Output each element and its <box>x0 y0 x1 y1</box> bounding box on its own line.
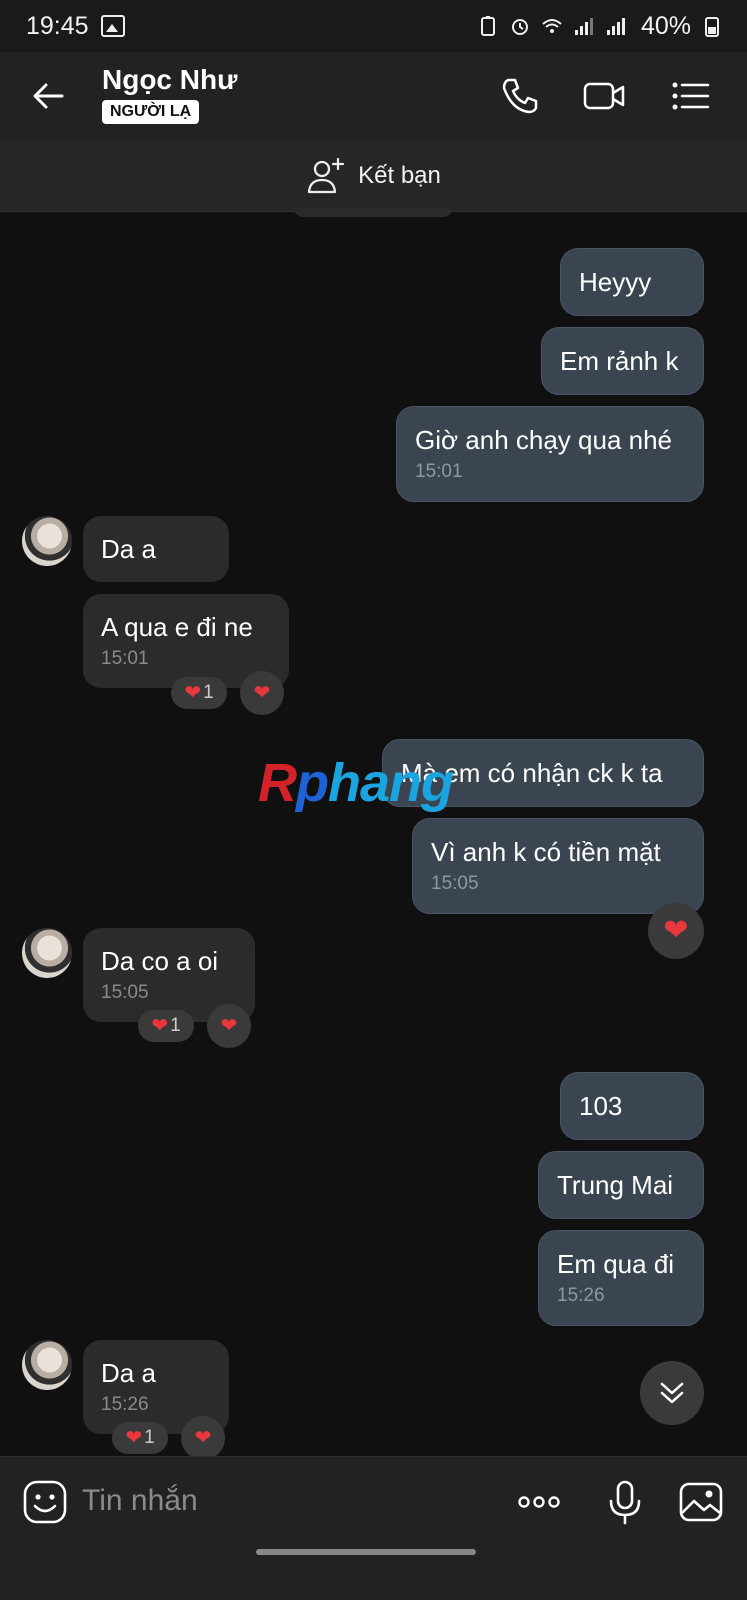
menu-list-icon[interactable] <box>668 74 712 118</box>
home-indicator <box>256 1549 476 1555</box>
message-time: 15:05 <box>431 873 479 894</box>
message-input[interactable] <box>82 1475 482 1527</box>
status-icons: 40% <box>477 0 723 52</box>
video-call-icon[interactable] <box>582 74 626 118</box>
message-time: 15:01 <box>101 648 149 669</box>
message-bubble-outgoing[interactable]: Heyyy <box>560 248 704 316</box>
microphone-icon[interactable] <box>602 1479 648 1525</box>
message-bubble-outgoing[interactable]: Em qua đi 15:26 <box>538 1230 704 1326</box>
message-text: Em qua đi <box>557 1249 675 1279</box>
react-button[interactable]: ❤ <box>207 1004 251 1048</box>
scroll-to-bottom-button[interactable] <box>640 1361 704 1425</box>
watermark-logo: Rphang <box>258 753 454 813</box>
message-text: Da a <box>101 534 156 564</box>
stranger-badge: NGƯỜI LẠ <box>102 100 200 124</box>
battery-percent: 40% <box>640 11 691 40</box>
message-composer <box>0 1456 747 1600</box>
back-arrow-icon[interactable] <box>28 74 72 118</box>
status-bar: 19:45 40% <box>0 0 747 52</box>
heart-icon: ❤ <box>663 914 689 947</box>
message-time: 15:01 <box>415 461 463 482</box>
message-bubble-outgoing[interactable]: 103 <box>560 1072 704 1140</box>
phone-icon[interactable] <box>498 74 542 118</box>
reaction-count[interactable]: ❤ 1 <box>171 677 227 709</box>
message-time: 15:26 <box>557 1285 605 1306</box>
more-dots-icon[interactable] <box>516 1479 562 1525</box>
avatar[interactable] <box>22 1340 72 1390</box>
add-friend-label: Kết bạn <box>358 161 441 189</box>
reaction-count[interactable]: ❤ 1 <box>112 1422 168 1454</box>
react-button[interactable]: ❤ <box>240 671 284 715</box>
heart-icon: ❤ <box>151 1015 169 1037</box>
message-bubble-outgoing[interactable]: Em rảnh k <box>541 327 704 395</box>
avatar[interactable] <box>22 928 72 978</box>
message-text: Da co a oi <box>101 946 219 976</box>
sent-reaction[interactable]: ❤ <box>648 903 704 959</box>
message-text: Em rảnh k <box>560 346 679 376</box>
react-button[interactable]: ❤ <box>181 1416 225 1460</box>
add-user-icon <box>307 157 345 193</box>
alarm-icon <box>511 19 528 35</box>
chevron-double-down-icon <box>660 1382 684 1404</box>
reaction-count[interactable]: ❤ 1 <box>138 1010 194 1042</box>
message-time: 15:26 <box>101 1394 149 1415</box>
battery-icon <box>705 17 719 37</box>
message-text: 103 <box>579 1091 623 1121</box>
add-friend-bar[interactable]: Kết bạn <box>0 140 747 212</box>
heart-icon: ❤ <box>220 1015 238 1037</box>
date-pill <box>293 207 453 217</box>
heart-icon: ❤ <box>253 682 271 704</box>
message-text: Vì anh k có tiền mặt <box>431 837 661 867</box>
message-text: Giờ anh chạy qua nhé <box>415 425 673 455</box>
message-bubble-outgoing[interactable]: Giờ anh chạy qua nhé 15:01 <box>396 406 704 502</box>
message-text: Da a <box>101 1358 156 1388</box>
avatar[interactable] <box>22 516 72 566</box>
signal-icon <box>574 18 593 35</box>
message-bubble-outgoing[interactable]: Trung Mai <box>538 1151 704 1219</box>
message-time: 15:05 <box>101 982 149 1003</box>
heart-icon: ❤ <box>194 1427 212 1449</box>
gallery-notification-icon <box>100 15 125 37</box>
image-icon[interactable] <box>678 1479 724 1525</box>
message-bubble-outgoing[interactable]: Vì anh k có tiền mặt 15:05 <box>412 818 704 914</box>
wifi-icon <box>542 19 562 33</box>
message-text: Trung Mai <box>557 1170 674 1200</box>
message-bubble-incoming[interactable]: Da a <box>83 516 229 582</box>
signal-2-icon <box>606 18 625 35</box>
message-text: Heyyy <box>579 267 652 297</box>
heart-icon: ❤ <box>184 682 202 704</box>
status-time: 19:45 <box>26 11 89 40</box>
emoji-icon[interactable] <box>22 1479 68 1525</box>
heart-icon: ❤ <box>125 1427 143 1449</box>
chat-header: Ngọc Như NGƯỜI LẠ <box>0 52 747 140</box>
battery-saver-icon <box>480 16 495 36</box>
contact-name[interactable]: Ngọc Như <box>102 64 237 96</box>
message-text: A qua e đi ne <box>101 612 253 642</box>
